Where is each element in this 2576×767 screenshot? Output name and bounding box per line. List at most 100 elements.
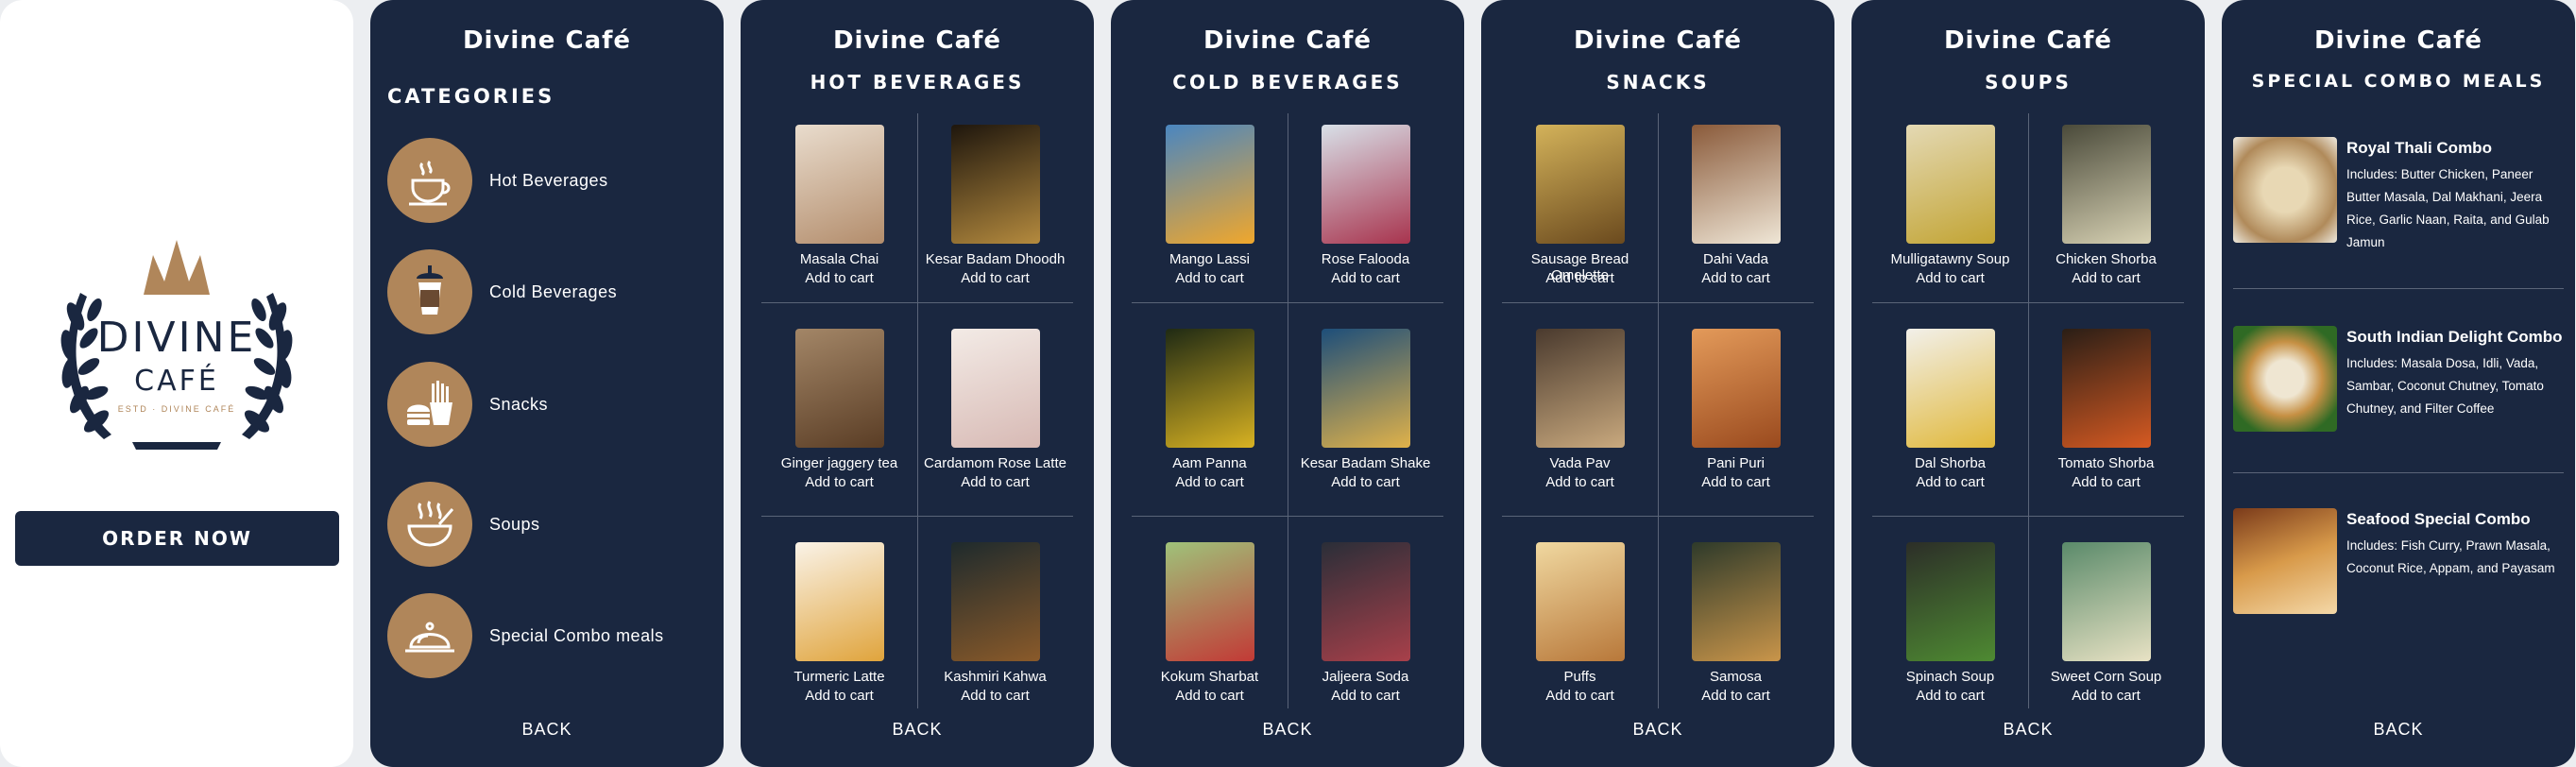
section-title: SPECIAL COMBO MEALS bbox=[2251, 71, 2546, 92]
back-button[interactable]: BACK bbox=[1481, 720, 1834, 740]
item-name: Cardamom Rose Latte bbox=[924, 455, 1066, 471]
item-photo bbox=[1321, 329, 1410, 448]
item-photo bbox=[950, 125, 1040, 244]
add-to-cart-button[interactable]: Add to cart bbox=[1872, 474, 2028, 490]
add-to-cart-button[interactable]: Add to cart bbox=[1872, 688, 2028, 704]
menu-item: Turmeric Latte Add to cart bbox=[761, 531, 917, 729]
combo-photo bbox=[2233, 137, 2337, 243]
item-name: Kashmiri Kahwa bbox=[944, 669, 1047, 685]
add-to-cart-button[interactable]: Add to cart bbox=[2028, 474, 2184, 490]
item-name: Ginger jaggery tea bbox=[780, 455, 898, 471]
categories-title: CATEGORIES bbox=[387, 85, 555, 108]
category-snacks[interactable]: Snacks bbox=[387, 361, 708, 448]
add-to-cart-button[interactable]: Add to cart bbox=[1502, 270, 1658, 286]
grid-divider bbox=[1502, 516, 1814, 517]
category-label: Snacks bbox=[489, 394, 549, 414]
logo-word-cafe: CAFÉ bbox=[134, 365, 219, 398]
combo-name: Royal Thali Combo bbox=[2346, 139, 2492, 157]
add-to-cart-button[interactable]: Add to cart bbox=[1502, 688, 1658, 704]
add-to-cart-button[interactable]: Add to cart bbox=[1288, 270, 1443, 286]
add-to-cart-button[interactable]: Add to cart bbox=[1658, 270, 1814, 286]
brand-title: Divine Café bbox=[2313, 26, 2483, 55]
category-cold-beverages[interactable]: Cold Beverages bbox=[387, 248, 708, 335]
fries-burger-icon bbox=[387, 362, 472, 447]
item-photo bbox=[1691, 542, 1781, 661]
back-button[interactable]: BACK bbox=[1851, 720, 2205, 740]
add-to-cart-button[interactable]: Add to cart bbox=[1502, 474, 1658, 490]
back-button[interactable]: BACK bbox=[741, 720, 1094, 740]
item-name: Aam Panna bbox=[1172, 455, 1247, 471]
category-special-combo[interactable]: Special Combo meals bbox=[387, 592, 708, 679]
item-name: Mulligatawny Soup bbox=[1890, 251, 2010, 267]
add-to-cart-button[interactable]: Add to cart bbox=[1132, 474, 1288, 490]
item-name: Samosa bbox=[1709, 669, 1763, 685]
item-photo bbox=[950, 329, 1040, 448]
grid-divider bbox=[1872, 516, 2184, 517]
add-to-cart-button[interactable]: Add to cart bbox=[1288, 688, 1443, 704]
special-combo-panel: Divine Café SPECIAL COMBO MEALS Royal Th… bbox=[2222, 0, 2575, 767]
menu-item: Masala Chai Add to cart bbox=[761, 113, 917, 312]
back-button[interactable]: BACK bbox=[2222, 720, 2575, 740]
add-to-cart-button[interactable]: Add to cart bbox=[2028, 688, 2184, 704]
item-name: Kesar Badam Shake bbox=[1300, 455, 1431, 471]
add-to-cart-button[interactable]: Add to cart bbox=[917, 688, 1073, 704]
item-photo bbox=[1691, 125, 1781, 244]
cloche-icon bbox=[387, 593, 472, 678]
item-photo bbox=[1691, 329, 1781, 448]
item-photo bbox=[1905, 542, 1995, 661]
combo-description: Includes: Fish Curry, Prawn Masala, Coco… bbox=[2346, 538, 2555, 575]
menu-item: Ginger jaggery tea Add to cart bbox=[761, 317, 917, 516]
brand-title: Divine Café bbox=[462, 26, 632, 55]
category-soups[interactable]: Soups bbox=[387, 481, 708, 568]
item-photo bbox=[1535, 542, 1625, 661]
add-to-cart-button[interactable]: Add to cart bbox=[917, 270, 1073, 286]
add-to-cart-button[interactable]: Add to cart bbox=[761, 688, 917, 704]
back-button[interactable]: BACK bbox=[370, 720, 724, 740]
item-name: Dal Shorba bbox=[1914, 455, 1987, 471]
add-to-cart-button[interactable]: Add to cart bbox=[2028, 270, 2184, 286]
item-name: Jaljeera Soda bbox=[1322, 669, 1409, 685]
soups-panel: Divine Café SOUPS Mulligatawny Soup Add … bbox=[1851, 0, 2205, 767]
combo-item[interactable]: South Indian Delight Combo Includes: Mas… bbox=[2233, 316, 2564, 482]
add-to-cart-button[interactable]: Add to cart bbox=[1658, 688, 1814, 704]
item-photo bbox=[1905, 329, 1995, 448]
item-name: Spinach Soup bbox=[1905, 669, 1995, 685]
combo-item[interactable]: Seafood Special Combo Includes: Fish Cur… bbox=[2233, 499, 2564, 664]
add-to-cart-button[interactable]: Add to cart bbox=[1872, 270, 2028, 286]
add-to-cart-button[interactable]: Add to cart bbox=[761, 270, 917, 286]
item-photo bbox=[794, 542, 884, 661]
brand-title: Divine Café bbox=[1573, 26, 1743, 55]
soup-bowl-icon bbox=[387, 482, 472, 567]
menu-item: Dal Shorba Add to cart bbox=[1872, 317, 2028, 516]
item-photo bbox=[1321, 542, 1410, 661]
add-to-cart-button[interactable]: Add to cart bbox=[1132, 270, 1288, 286]
item-name: Mango Lassi bbox=[1169, 251, 1251, 267]
add-to-cart-button[interactable]: Add to cart bbox=[1132, 688, 1288, 704]
section-title: HOT BEVERAGES bbox=[810, 71, 1025, 94]
item-name: Tomato Shorba bbox=[2057, 455, 2155, 471]
combo-divider bbox=[2233, 472, 2564, 473]
hot-beverages-panel: Divine Café HOT BEVERAGES Masala Chai Ad… bbox=[741, 0, 1094, 767]
section-title: COLD BEVERAGES bbox=[1172, 71, 1403, 94]
grid-divider bbox=[761, 516, 1073, 517]
menu-item: Spinach Soup Add to cart bbox=[1872, 531, 2028, 729]
brand-title: Divine Café bbox=[1203, 26, 1373, 55]
cold-beverages-panel: Divine Café COLD BEVERAGES Mango Lassi A… bbox=[1111, 0, 1464, 767]
menu-item: Aam Panna Add to cart bbox=[1132, 317, 1288, 516]
add-to-cart-button[interactable]: Add to cart bbox=[1288, 474, 1443, 490]
back-button[interactable]: BACK bbox=[1111, 720, 1464, 740]
category-hot-beverages[interactable]: Hot Beverages bbox=[387, 137, 708, 224]
item-photo bbox=[1321, 125, 1410, 244]
order-now-button[interactable]: ORDER NOW bbox=[15, 511, 339, 566]
add-to-cart-button[interactable]: Add to cart bbox=[761, 474, 917, 490]
item-name: Dahi Vada bbox=[1703, 251, 1768, 267]
combo-description: Includes: Butter Chicken, Paneer Butter … bbox=[2346, 167, 2550, 249]
add-to-cart-button[interactable]: Add to cart bbox=[917, 474, 1073, 490]
combo-item[interactable]: Royal Thali Combo Includes: Butter Chick… bbox=[2233, 128, 2564, 293]
menu-item: Sweet Corn Soup Add to cart bbox=[2028, 531, 2184, 729]
menu-item: Samosa Add to cart bbox=[1658, 531, 1814, 729]
menu-item: Vada Pav Add to cart bbox=[1502, 317, 1658, 516]
item-name: Turmeric Latte bbox=[793, 669, 885, 685]
add-to-cart-button[interactable]: Add to cart bbox=[1658, 474, 1814, 490]
section-title: SNACKS bbox=[1606, 71, 1710, 94]
